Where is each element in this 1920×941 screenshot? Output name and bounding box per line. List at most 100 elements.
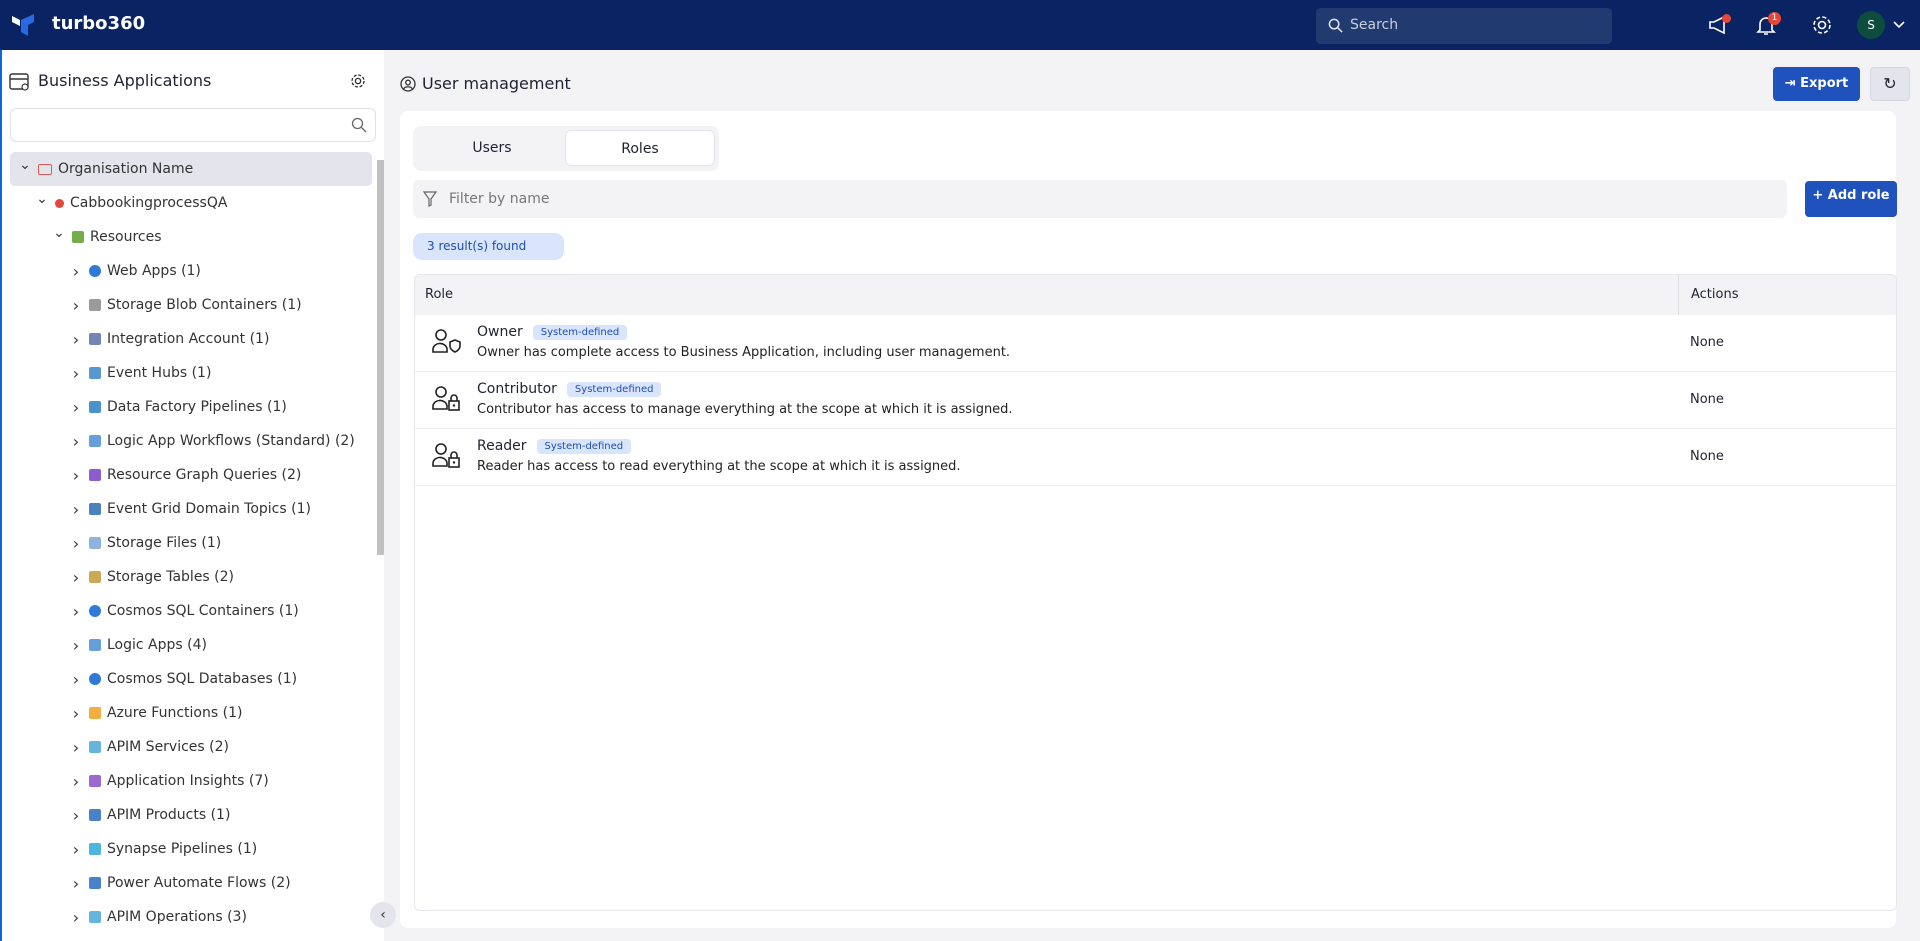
filter-input[interactable]: Filter by name bbox=[413, 180, 1787, 218]
filter-icon bbox=[423, 191, 437, 207]
tree-item[interactable]: › Integration Account (1) bbox=[10, 322, 372, 356]
refresh-button[interactable]: ↻ bbox=[1870, 67, 1910, 101]
tree-item[interactable]: ⌄ CabbookingprocessQA bbox=[10, 186, 372, 220]
tree-item[interactable]: › APIM Services (2) bbox=[10, 730, 372, 764]
role-description: Reader has access to read everything at … bbox=[477, 459, 961, 474]
tree-item-label: Event Grid Domain Topics (1) bbox=[107, 501, 311, 517]
tree-item[interactable]: › Data Factory Pipelines (1) bbox=[10, 390, 372, 424]
roles-table: Role Actions Owner System-defined Owner h… bbox=[414, 274, 1897, 911]
role-description: Contributor has access to manage everyth… bbox=[477, 402, 1013, 417]
collapse-sidebar-button[interactable]: ‹ bbox=[370, 902, 396, 928]
system-defined-badge: System-defined bbox=[532, 324, 628, 340]
tab-roles[interactable]: Roles bbox=[565, 130, 715, 166]
tree-item[interactable]: › Storage Tables (2) bbox=[10, 560, 372, 594]
chevron-down-icon[interactable] bbox=[1893, 20, 1905, 30]
content-card: Users Roles Filter by name + Add role 3 … bbox=[400, 111, 1897, 928]
role-description: Owner has complete access to Business Ap… bbox=[477, 345, 1011, 360]
user-lock-icon bbox=[432, 443, 460, 468]
chevron-right-icon[interactable]: › bbox=[69, 670, 83, 689]
tree-item-label: Event Hubs (1) bbox=[107, 365, 212, 381]
export-button[interactable]: ⇥ Export bbox=[1773, 67, 1860, 101]
tab-users[interactable]: Users bbox=[417, 130, 567, 166]
role-name[interactable]: Reader bbox=[477, 438, 527, 454]
role-name[interactable]: Owner bbox=[477, 324, 523, 340]
tree-item[interactable]: › Application Insights (7) bbox=[10, 764, 372, 798]
role-name-group: Contributor System-defined bbox=[477, 381, 662, 397]
chevron-right-icon[interactable]: › bbox=[69, 602, 83, 621]
chevron-right-icon[interactable]: › bbox=[69, 636, 83, 655]
tree-item[interactable]: › Web Apps (1) bbox=[10, 254, 372, 288]
column-header-role: Role bbox=[415, 275, 1679, 315]
tree-item[interactable]: › Resource Graph Queries (2) bbox=[10, 458, 372, 492]
table-row[interactable]: Contributor System-defined Contributor ha… bbox=[415, 372, 1896, 429]
apim-operation-icon bbox=[89, 911, 101, 923]
tree-item[interactable]: › Logic Apps (4) bbox=[10, 628, 372, 662]
role-actions: None bbox=[1690, 449, 1724, 464]
resource-tree: ⌄ Organisation Name ⌄ CabbookingprocessQA ⌄ R… bbox=[10, 152, 372, 934]
chevron-right-icon[interactable]: › bbox=[69, 500, 83, 519]
tree-item[interactable]: › Cosmos SQL Containers (1) bbox=[10, 594, 372, 628]
sidebar-settings-icon[interactable] bbox=[349, 72, 367, 90]
add-role-button[interactable]: + Add role bbox=[1805, 181, 1897, 217]
status-dot-icon bbox=[55, 198, 64, 208]
user-circle-icon bbox=[400, 75, 416, 92]
data-factory-icon bbox=[89, 401, 101, 413]
chevron-right-icon[interactable]: › bbox=[69, 738, 83, 757]
chevron-down-icon[interactable]: ⌄ bbox=[52, 225, 66, 241]
chevron-right-icon[interactable]: › bbox=[69, 432, 83, 451]
tree-item[interactable]: › Azure Functions (1) bbox=[10, 696, 372, 730]
tree-item[interactable]: › Storage Files (1) bbox=[10, 526, 372, 560]
chevron-down-icon[interactable]: ⌄ bbox=[35, 191, 49, 207]
tree-item[interactable]: › Storage Blob Containers (1) bbox=[10, 288, 372, 322]
chevron-right-icon[interactable]: › bbox=[69, 840, 83, 859]
logic-app-icon bbox=[89, 435, 101, 447]
chevron-right-icon[interactable]: › bbox=[69, 704, 83, 723]
settings-gear-icon[interactable] bbox=[1810, 13, 1834, 37]
tree-item-label: Resource Graph Queries (2) bbox=[107, 467, 302, 483]
integration-icon bbox=[89, 333, 101, 345]
tree-item[interactable]: › Logic App Workflows (Standard) (2) bbox=[10, 424, 372, 458]
tree-item[interactable]: ⌄ Resources bbox=[10, 220, 372, 254]
filter-placeholder: Filter by name bbox=[449, 191, 550, 207]
table-header: Role Actions bbox=[415, 275, 1896, 315]
tree-item[interactable]: ⌄ Organisation Name bbox=[10, 152, 372, 186]
tree-item[interactable]: › APIM Products (1) bbox=[10, 798, 372, 832]
chevron-right-icon[interactable]: › bbox=[69, 874, 83, 893]
chevron-right-icon[interactable]: › bbox=[69, 568, 83, 587]
user-avatar[interactable]: S bbox=[1857, 11, 1885, 39]
notification-badge: 1 bbox=[1768, 12, 1781, 25]
cosmos-icon bbox=[89, 673, 101, 685]
sidebar-search-input[interactable] bbox=[10, 108, 376, 142]
export-label: Export bbox=[1800, 76, 1849, 91]
chevron-right-icon[interactable]: › bbox=[69, 806, 83, 825]
column-header-actions: Actions bbox=[1691, 287, 1739, 302]
chevron-right-icon[interactable]: › bbox=[69, 296, 83, 315]
tree-item-label: Logic App Workflows (Standard) (2) bbox=[107, 433, 355, 449]
turbo360-logo[interactable] bbox=[10, 12, 36, 38]
chevron-right-icon[interactable]: › bbox=[69, 262, 83, 281]
chevron-right-icon[interactable]: › bbox=[69, 364, 83, 383]
role-name-group: Owner System-defined bbox=[477, 324, 628, 340]
tree-item[interactable]: › Event Hubs (1) bbox=[10, 356, 372, 390]
table-row[interactable]: Reader System-defined Reader has access t… bbox=[415, 429, 1896, 486]
file-icon bbox=[89, 537, 101, 549]
tree-item[interactable]: › Power Automate Flows (2) bbox=[10, 866, 372, 900]
table-row[interactable]: Owner System-defined Owner has complete a… bbox=[415, 315, 1896, 372]
sidebar-scrollbar[interactable] bbox=[377, 160, 384, 555]
tree-item-label: Storage Tables (2) bbox=[107, 569, 235, 585]
tree-item[interactable]: › Cosmos SQL Databases (1) bbox=[10, 662, 372, 696]
tree-item[interactable]: › Event Grid Domain Topics (1) bbox=[10, 492, 372, 526]
role-name[interactable]: Contributor bbox=[477, 381, 557, 397]
tree-item-label: Logic Apps (4) bbox=[107, 637, 207, 653]
global-search-input[interactable]: Search bbox=[1316, 8, 1612, 44]
chevron-right-icon[interactable]: › bbox=[69, 466, 83, 485]
chevron-right-icon[interactable]: › bbox=[69, 908, 83, 927]
chevron-down-icon[interactable]: ⌄ bbox=[18, 157, 32, 173]
chevron-right-icon[interactable]: › bbox=[69, 534, 83, 553]
tree-item[interactable]: › Synapse Pipelines (1) bbox=[10, 832, 372, 866]
chevron-right-icon[interactable]: › bbox=[69, 330, 83, 349]
tree-item[interactable]: › APIM Operations (3) bbox=[10, 900, 372, 934]
chevron-right-icon[interactable]: › bbox=[69, 398, 83, 417]
chevron-right-icon[interactable]: › bbox=[69, 772, 83, 791]
user-lock-icon bbox=[432, 386, 460, 411]
